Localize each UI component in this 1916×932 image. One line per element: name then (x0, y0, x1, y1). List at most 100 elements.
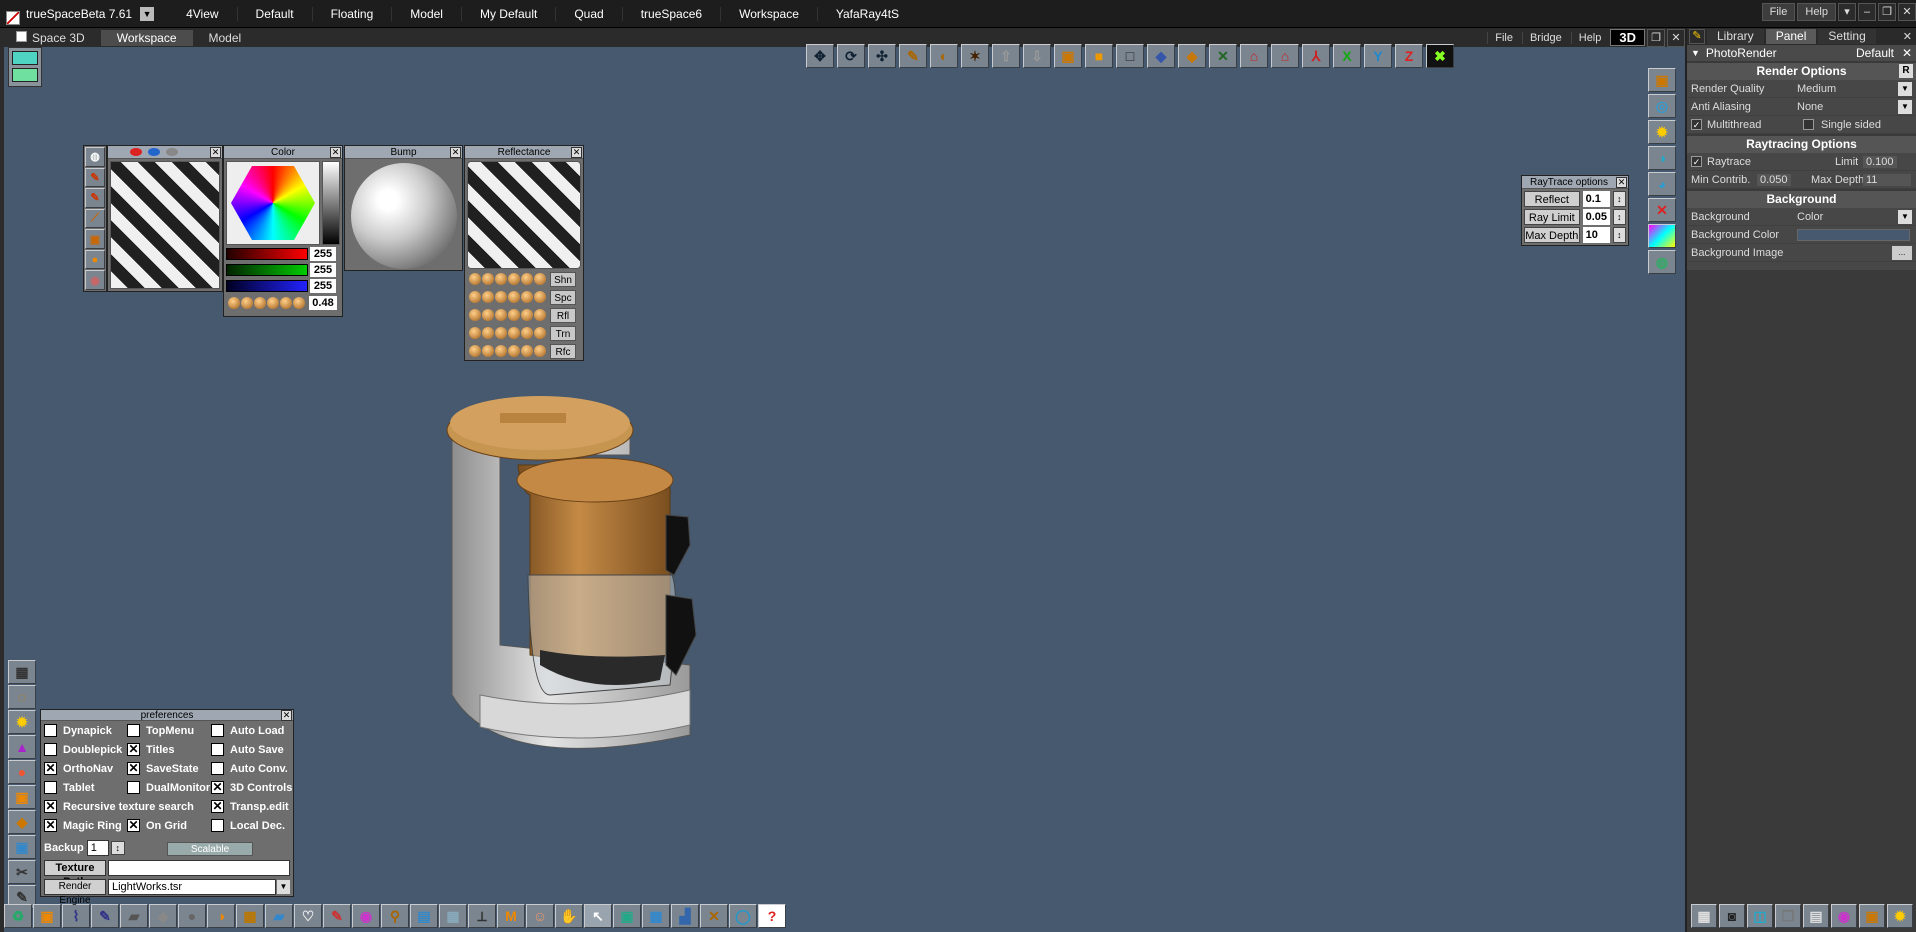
checkbox[interactable] (44, 724, 57, 737)
checkbox[interactable] (211, 743, 224, 756)
blue-value[interactable]: 255 (310, 279, 336, 293)
pref-orthonav[interactable]: ✕ OrthoNav (44, 762, 113, 775)
frame-cube-icon[interactable]: ▦ (236, 904, 264, 928)
red-slider[interactable] (226, 248, 308, 260)
space-3d-label[interactable]: Space 3D (0, 30, 101, 46)
pref-auto-save[interactable]: Auto Save (211, 743, 284, 756)
material-sphere-icon[interactable]: ● (85, 249, 105, 270)
checkbox[interactable]: ✕ (127, 743, 140, 756)
ray-limit-spinner-icon[interactable]: ↕ (1612, 209, 1626, 225)
raytrace-checkbox[interactable]: ✓ (1691, 156, 1702, 167)
view-tools-icon[interactable] (8, 47, 42, 87)
tab-workspace[interactable]: Workspace (100, 29, 193, 46)
uv-grid-icon[interactable]: ▦ (642, 904, 670, 928)
tab-model[interactable]: Model (193, 30, 258, 46)
home-world-icon[interactable]: ⌂ (1271, 44, 1299, 68)
cube-icon[interactable]: ▣ (1054, 44, 1082, 68)
help-button[interactable]: Help (1570, 31, 1609, 44)
pref-topmenu[interactable]: TopMenu (127, 724, 194, 737)
grid-icon[interactable]: ▦ (1691, 904, 1717, 928)
pref-tablet[interactable]: Tablet (44, 781, 95, 794)
tab-setting[interactable]: Setting (1818, 29, 1876, 44)
up-arrow-icon[interactable]: ⇧ (992, 44, 1020, 68)
tools-icon[interactable]: ✎ (1689, 29, 1705, 44)
pref-3d-controls[interactable]: ✕ 3D Controls (211, 781, 292, 794)
pref-on-grid[interactable]: ✕ On Grid (127, 819, 187, 832)
menu-floating[interactable]: Floating (311, 6, 392, 21)
snap-icon[interactable]: ✕ (1209, 44, 1237, 68)
pref-magic-ring[interactable]: ✕ Magic Ring (44, 819, 122, 832)
deform-icon[interactable]: ✎ (91, 904, 119, 928)
close-icon[interactable]: ✕ (210, 147, 221, 158)
scale-icon[interactable]: ✣ (868, 44, 896, 68)
extrude-icon[interactable]: ▰ (120, 904, 148, 928)
close-icon[interactable]: ✕ (281, 710, 292, 721)
checkbox[interactable] (127, 781, 140, 794)
menu-my-default[interactable]: My Default (460, 6, 555, 21)
backup-spinner-icon[interactable]: ↕ (110, 841, 125, 855)
library-icon[interactable]: ▦ (8, 660, 36, 684)
min-contrib-value[interactable]: 0.050 (1757, 173, 1791, 186)
sphere-icon[interactable]: ● (178, 904, 206, 928)
prism-icon[interactable]: ▲ (8, 735, 36, 759)
close-icon[interactable]: ✕ (571, 147, 582, 158)
axes-icon[interactable]: ✶ (961, 44, 989, 68)
pref-dualmonitor[interactable]: DualMonitor (127, 781, 210, 794)
render-scene-icon[interactable]: ◎ (1648, 94, 1676, 118)
texture-path-button[interactable]: Texture Path (44, 860, 106, 888)
chevron-down-icon[interactable]: ▾ (1838, 3, 1856, 21)
color-presets[interactable] (228, 297, 305, 309)
light-icon[interactable]: ✹ (1648, 120, 1676, 144)
render-engine-button[interactable]: Render Engine (44, 879, 106, 906)
pref-auto-conv[interactable]: Auto Conv. (211, 762, 288, 775)
grid-tool-icon[interactable]: ▦ (439, 904, 467, 928)
bump-preview[interactable] (350, 163, 457, 269)
render-quality-row[interactable]: Render Quality Medium ▼ (1687, 80, 1916, 98)
close-icon[interactable]: ✕ (1667, 28, 1685, 47)
inspect-icon[interactable]: ⟋ (85, 208, 105, 229)
menu-4view[interactable]: 4View (168, 7, 236, 21)
close-icon[interactable]: ✕ (330, 147, 341, 158)
axis-z-icon[interactable]: Z (1395, 44, 1423, 68)
menu-quad[interactable]: Quad (555, 6, 621, 21)
measure-icon[interactable]: ⟂ (468, 904, 496, 928)
blue-slider[interactable] (226, 280, 308, 292)
reflect-value[interactable]: 0.1 (1582, 191, 1610, 207)
help-menu-button[interactable]: Help (1797, 3, 1836, 21)
menu-yafaray[interactable]: YafaRay4tS (816, 6, 917, 21)
help-icon[interactable]: ? (758, 904, 786, 928)
file-menu-button[interactable]: File (1761, 3, 1796, 21)
texture-path-input[interactable] (108, 860, 290, 876)
tab-library[interactable]: Library (1707, 29, 1764, 44)
spc-button[interactable]: Spc (550, 289, 576, 305)
backup-input[interactable]: 1 (86, 840, 109, 856)
trn-button[interactable]: Trn (550, 325, 576, 341)
checkbox[interactable] (211, 819, 224, 832)
anti-aliasing-row[interactable]: Anti Aliasing None ▼ (1687, 98, 1916, 116)
close-icon[interactable]: ✕ (1616, 177, 1627, 188)
restore-icon[interactable]: ❐ (1647, 28, 1665, 47)
wrench-icon[interactable]: ✂ (8, 860, 36, 884)
pref-local-dec[interactable]: Local Dec. (211, 819, 285, 832)
brush-tool-icon[interactable]: ✎ (323, 904, 351, 928)
reset-button[interactable]: R (1899, 64, 1913, 78)
pref-doublepick[interactable]: Doublepick (44, 743, 122, 756)
move-icon[interactable]: ✥ (806, 44, 834, 68)
green-slider[interactable] (226, 264, 308, 276)
paint-bucket-icon[interactable]: ◍ (85, 147, 105, 167)
plane-icon[interactable]: ◆ (1147, 44, 1175, 68)
checkbox[interactable] (44, 743, 57, 756)
plane-tool-icon[interactable]: ▰ (265, 904, 293, 928)
preset-default[interactable]: Default (1856, 46, 1894, 60)
boolean-icon[interactable]: ◑ (207, 904, 235, 928)
face-icon[interactable]: ☺ (526, 904, 554, 928)
cube-orange-icon[interactable]: ▣ (33, 904, 61, 928)
pref-auto-load[interactable]: Auto Load (211, 724, 284, 737)
render-to-file-icon[interactable]: ◑ (1648, 146, 1676, 170)
recycle-icon[interactable]: ♻ (4, 904, 32, 928)
lasso-icon[interactable]: ◌ (8, 685, 36, 709)
checkbox[interactable] (44, 781, 57, 794)
cancel-render-icon[interactable]: ✕ (1648, 198, 1676, 222)
crossbar-icon[interactable]: ✕ (700, 904, 728, 928)
color-swatch-icon[interactable] (1648, 224, 1676, 248)
